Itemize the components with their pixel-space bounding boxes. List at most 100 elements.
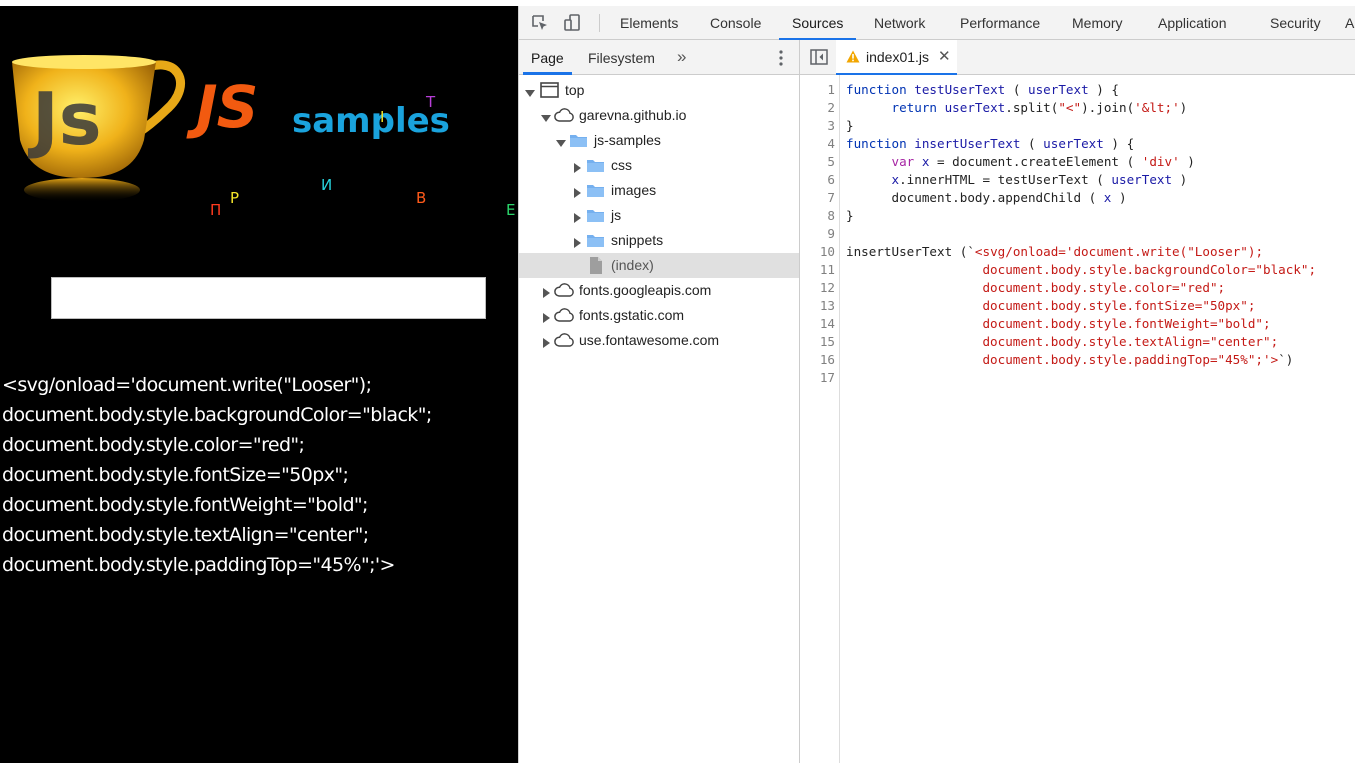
close-tab-icon[interactable]: ✕	[938, 47, 951, 65]
tab-filesystem[interactable]: Filesystem	[588, 40, 655, 75]
code-token: return	[891, 100, 945, 115]
tree-item[interactable]: css	[519, 153, 799, 178]
tab-sources[interactable]: Sources	[779, 6, 857, 40]
tree-item[interactable]: fonts.googleapis.com	[519, 278, 799, 303]
tree-item[interactable]: (index)	[519, 253, 799, 278]
more-tabs-button[interactable]: »	[677, 40, 686, 75]
line-number: 16	[819, 352, 835, 367]
tree-item[interactable]: garevna.github.io	[519, 103, 799, 128]
floating-letter: И	[321, 176, 333, 194]
line-number: 11	[819, 262, 835, 277]
output-line: document.body.style.fontWeight="bold";	[2, 494, 368, 516]
tab-application[interactable]: Application	[1158, 6, 1227, 40]
line-number: 9	[827, 226, 835, 241]
code-token: userText	[1028, 82, 1089, 97]
tree-item[interactable]: use.fontawesome.com	[519, 328, 799, 353]
code-token: document.body.style.textAlign="center";	[846, 334, 1279, 349]
tree-item[interactable]: images	[519, 178, 799, 203]
toggle-navigator-icon[interactable]	[810, 49, 828, 65]
caret-right-icon[interactable]	[572, 185, 582, 198]
code-line: 1 function testUserText ( userText ) {	[800, 81, 1355, 99]
line-number: 6	[827, 172, 835, 187]
code-text: x.innerHTML = testUserText ( userText )	[846, 171, 1188, 189]
inspect-element-icon[interactable]	[530, 13, 550, 33]
code-token: )	[1172, 172, 1188, 187]
file-tab-label: index01.js	[866, 49, 930, 65]
line-number: 15	[819, 334, 835, 349]
caret-right-icon[interactable]	[541, 335, 551, 348]
caret-right-icon[interactable]	[541, 310, 551, 323]
injected-output: <svg/onload='document.write("Looser"); do…	[2, 370, 516, 580]
code-token: )	[1111, 190, 1127, 205]
code-token: document.body.style.fontSize="50px";	[846, 298, 1256, 313]
caret-right-icon[interactable]	[541, 285, 551, 298]
floating-letter: П	[210, 201, 222, 219]
tab-network[interactable]: Network	[874, 6, 925, 40]
user-text-input[interactable]	[51, 277, 486, 319]
code-token: .innerHTML = testUserText (	[899, 172, 1112, 187]
code-line: 8}	[800, 207, 1355, 225]
code-token: testUserText	[914, 82, 1006, 97]
code-token: }	[846, 118, 854, 133]
tab-performance[interactable]: Performance	[960, 6, 1040, 40]
code-line: 16 document.body.style.paddingTop="45%";…	[800, 351, 1355, 369]
code-token: userText	[1043, 136, 1104, 151]
code-token: `)	[1278, 352, 1294, 367]
tab-elements[interactable]: Elements	[620, 6, 678, 40]
cloud-icon	[553, 306, 575, 325]
page-viewport: Js JS samples ПРИВЕТI <svg/onload='docum…	[0, 6, 518, 763]
code-token: )	[1179, 154, 1195, 169]
code-token: )	[1179, 100, 1188, 115]
tree-item-label: images	[611, 182, 657, 198]
tab-page[interactable]: Page	[523, 40, 572, 75]
caret-down-icon[interactable]	[556, 135, 566, 147]
file-icon	[585, 256, 607, 275]
tab-security[interactable]: Security	[1270, 6, 1321, 40]
tab-memory[interactable]: Memory	[1072, 6, 1123, 40]
code-text: var x = document.createElement ( 'div' )	[846, 153, 1195, 171]
code-token: userText	[944, 100, 1006, 115]
caret-right-icon[interactable]	[572, 210, 582, 223]
folder-icon	[585, 156, 607, 175]
tree-item-label: use.fontawesome.com	[579, 332, 720, 348]
tree-item-label: css	[611, 157, 632, 173]
code-line: 15 document.body.style.textAlign="center…	[800, 333, 1355, 351]
code-line: 17	[800, 369, 1355, 387]
code-line: 13 document.body.style.fontSize="50px";	[800, 297, 1355, 315]
editor-tabs: index01.js ✕	[800, 40, 1355, 75]
navigator-tabs: Page Filesystem »	[519, 40, 799, 75]
tab-overflow[interactable]: A	[1345, 6, 1354, 40]
tree-item[interactable]: js-samples	[519, 128, 799, 153]
code-token: 'div'	[1141, 154, 1180, 169]
code-token: document.body.style.paddingTop="45%";'>	[846, 352, 1279, 367]
tree-item[interactable]: fonts.gstatic.com	[519, 303, 799, 328]
caret-down-icon[interactable]	[525, 85, 535, 97]
tree-item[interactable]: snippets	[519, 228, 799, 253]
caret-right-icon[interactable]	[572, 160, 582, 173]
code-token: (	[1020, 136, 1044, 151]
code-token: document.body.style.fontWeight="bold";	[846, 316, 1271, 331]
kebab-menu-icon[interactable]	[773, 49, 789, 67]
code-token: '&lt;'	[1134, 100, 1180, 115]
code-text: document.body.style.fontWeight="bold";	[846, 315, 1271, 333]
folder-icon	[585, 231, 607, 250]
caret-right-icon[interactable]	[572, 235, 582, 248]
caret-down-icon[interactable]	[541, 110, 551, 122]
code-editor: index01.js ✕ 1 function testUserText ( us…	[800, 40, 1355, 763]
output-line: document.body.style.paddingTop="45%";'>	[2, 554, 395, 576]
tree-item[interactable]: top	[519, 78, 799, 103]
code-token: var	[891, 154, 922, 169]
tab-console[interactable]: Console	[710, 6, 761, 40]
file-tab-index01[interactable]: index01.js ✕	[836, 40, 957, 75]
device-toggle-icon[interactable]	[563, 13, 583, 33]
code-line: 6 x.innerHTML = testUserText ( userText …	[800, 171, 1355, 189]
code-line: 2 return userText.split("<").join('&lt;'…	[800, 99, 1355, 117]
output-line: document.body.style.textAlign="center";	[2, 524, 369, 546]
logo-js-text: JS	[196, 73, 258, 141]
js-cup-logo: Js	[12, 55, 185, 202]
tree-item[interactable]: js	[519, 203, 799, 228]
code-line: 7 document.body.appendChild ( x )	[800, 189, 1355, 207]
devtools-toolbar: Elements Console Sources Network Perform…	[519, 6, 1355, 40]
toolbar-separator	[599, 14, 600, 32]
floating-letter: Е	[506, 201, 516, 219]
